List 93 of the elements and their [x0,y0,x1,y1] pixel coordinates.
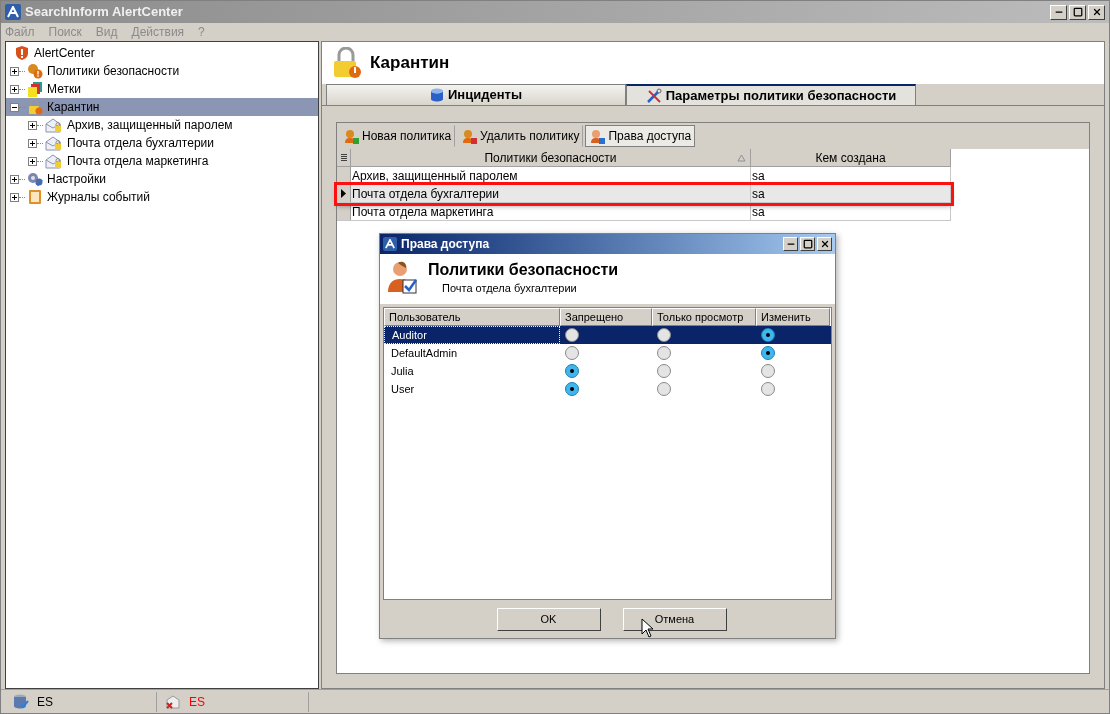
dialog-subtitle: Почта отдела бухгалтерии [442,281,578,296]
permission-row[interactable]: Auditor [384,326,831,344]
mail-error-icon [165,694,181,709]
tree-item[interactable]: Настройки [6,170,318,188]
mail-lock-icon [45,153,63,169]
maximize-button[interactable] [1069,4,1086,20]
radio-button[interactable] [657,382,671,396]
close-button[interactable] [817,237,832,251]
database-check-icon [13,693,29,710]
expand-toggle[interactable] [10,192,19,202]
sort-arrow-icon [737,153,746,162]
user-name: Auditor [384,326,560,344]
lock-icon [332,47,362,79]
user-name: DefaultAdmin [390,345,459,361]
table-row[interactable]: Почта отдела бухгалтерии sa [337,185,951,203]
radio-button[interactable] [565,328,579,342]
expand-toggle[interactable] [28,156,37,166]
column-header[interactable]: Изменить [756,308,830,326]
tree-item[interactable]: AlertCenter [6,44,318,62]
mail-lock-icon [45,117,63,133]
radio-button[interactable] [565,364,579,378]
collapse-toggle[interactable] [10,102,19,112]
mouse-cursor-icon [641,618,655,638]
lock-icon [27,99,43,115]
close-icon [819,239,830,249]
table-cell: sa [751,185,951,202]
tab[interactable]: Параметры политики безопасности [626,84,916,105]
app-logo-icon [5,4,21,20]
user-name: Julia [390,363,415,379]
user-check-icon [388,260,418,294]
table-cell: sa [751,203,951,220]
column-header[interactable]: Политики безопасности [351,149,751,166]
radio-button[interactable] [657,346,671,360]
tree-item[interactable]: Почта отдела бухгалтерии [6,134,318,152]
tab[interactable]: Инциденты [326,84,626,105]
table-cell: Почта отдела бухгалтерии [351,185,751,202]
page-title: Карантин [370,52,450,75]
column-header[interactable]: Запрещено [560,308,652,326]
app-logo-icon [383,237,397,251]
journal-icon [27,189,43,205]
radio-button[interactable] [761,364,775,378]
expand-toggle[interactable] [28,138,37,148]
radio-button[interactable] [761,328,775,342]
toolbar-button[interactable]: Удалить политику [457,125,584,147]
tree-item[interactable]: Архив, защищенный паролем [6,116,318,134]
permission-row[interactable]: Julia [384,362,831,380]
minimize-button[interactable] [783,237,798,251]
shield-icon [14,45,30,61]
toolbar-button[interactable]: Новая политика [339,125,456,147]
tree-item[interactable]: Метки [6,80,318,98]
tree-item[interactable]: Журналы событий [6,188,318,206]
table-cell: Почта отдела маркетинга [351,203,751,220]
close-button[interactable] [1088,4,1105,20]
tree-item[interactable]: Почта отдела маркетинга [6,152,318,170]
maximize-icon [1072,7,1083,17]
radio-button[interactable] [761,382,775,396]
radio-button[interactable] [657,328,671,342]
status-text: ES [189,693,205,711]
expand-toggle[interactable] [28,120,37,130]
tags-icon [27,81,43,97]
radio-button[interactable] [565,382,579,396]
window-title: SearchInform AlertCenter [25,3,183,22]
permission-row[interactable]: User [384,380,831,398]
radio-button[interactable] [657,364,671,378]
user-check-icon [589,128,606,144]
toolbar-button[interactable]: Права доступа [585,125,696,147]
radio-button[interactable] [761,346,775,360]
tools-icon [645,87,662,104]
dialog-button[interactable]: Отмена [622,607,727,631]
gears-icon [27,171,43,187]
mail-lock-icon [45,135,63,151]
minimize-button[interactable] [1050,4,1067,20]
radio-button[interactable] [565,346,579,360]
maximize-icon [802,239,813,249]
close-icon [1091,7,1102,17]
dialog-button[interactable]: OK [496,607,601,631]
tree-item[interactable]: Карантин [6,98,318,116]
status-text: ES [37,693,53,711]
permission-row[interactable]: DefaultAdmin [384,344,831,362]
expand-toggle[interactable] [10,66,19,76]
column-header[interactable]: Кем создана [751,149,951,166]
database-icon [430,88,444,102]
dialog-title: Права доступа [401,236,490,253]
user-name: User [390,381,416,397]
tree-item[interactable]: Политики безопасности [6,62,318,80]
column-header[interactable]: Пользователь [384,308,560,326]
current-row-icon [341,189,346,198]
dialog-heading: Политики безопасности [428,260,619,280]
expand-toggle[interactable] [10,84,19,94]
column-header[interactable]: Только просмотр [652,308,756,326]
expand-toggle[interactable] [10,174,19,184]
maximize-button[interactable] [800,237,815,251]
table-row[interactable]: Почта отдела маркетинга sa [337,203,951,221]
